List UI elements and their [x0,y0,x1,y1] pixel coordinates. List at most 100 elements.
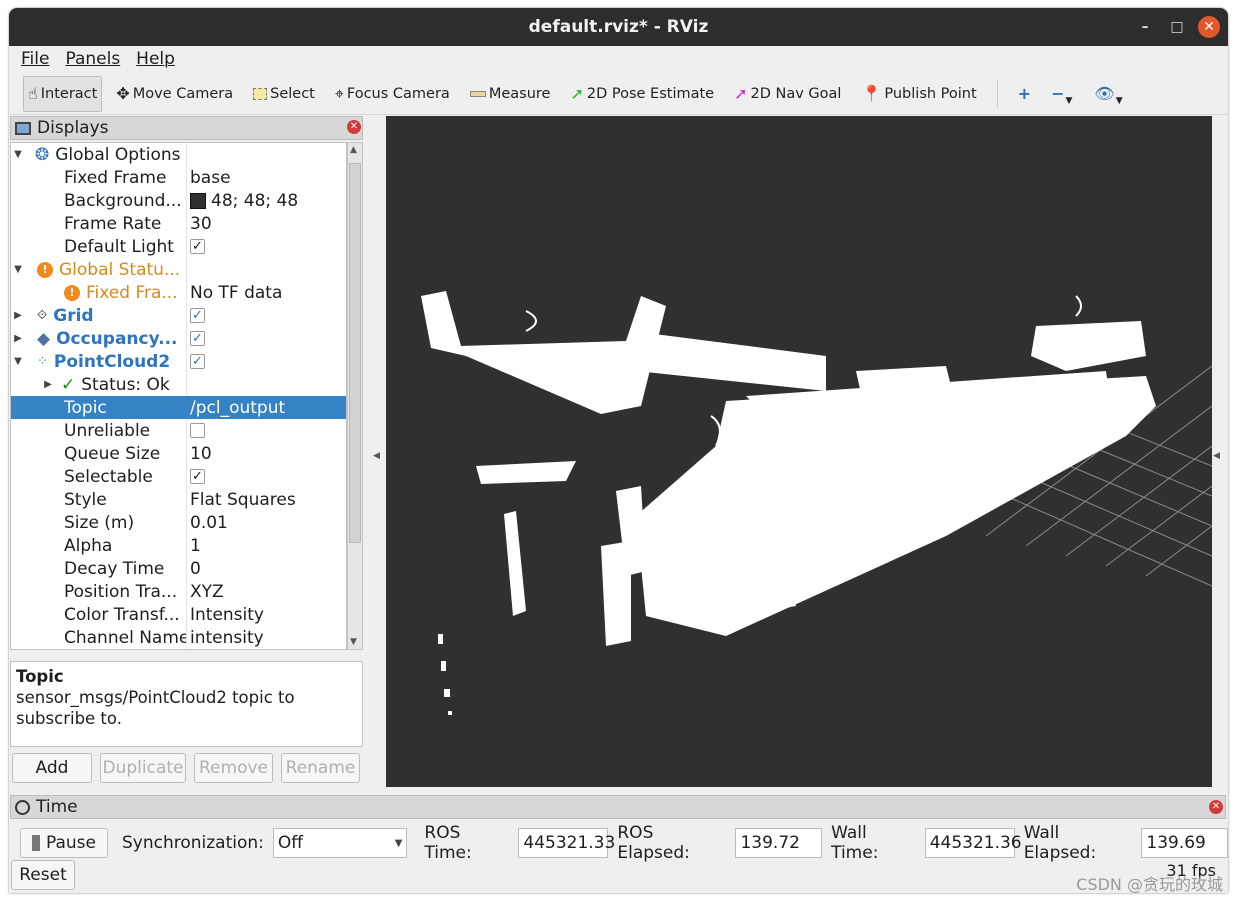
map-pin-icon: 📍 [861,84,882,103]
position-transformer-value[interactable]: XYZ [190,582,224,602]
tree-row[interactable]: Default Light ✓ [11,235,346,258]
menu-help[interactable]: Help [136,49,175,69]
tree-row[interactable]: Selectable ✓ [11,465,346,488]
tree-row[interactable]: ! Fixed Fra... No TF data [11,281,346,304]
decay-time-value[interactable]: 0 [190,559,201,579]
expand-arrow-icon[interactable]: ▼ [11,356,25,367]
measure-tool-button[interactable]: Measure [460,76,561,112]
color-swatch[interactable] [190,192,206,209]
ros-elapsed-field[interactable]: 139.72 [735,828,823,858]
occupancy-checkbox[interactable]: ✓ [190,331,205,346]
remove-button[interactable]: Remove [194,753,273,783]
expand-arrow-icon[interactable]: ▼ [11,149,25,160]
tree-row[interactable]: Color Transf... Intensity [11,603,346,626]
scroll-up-icon[interactable]: ▲ [350,145,357,155]
color-transformer-label: Color Transf... [64,604,180,625]
tree-row[interactable]: Size (m) 0.01 [11,511,346,534]
tree-row[interactable]: Channel Name intensity [11,626,346,649]
ruler-icon [469,90,486,97]
remove-tool-button[interactable]: − ▼ [1041,76,1084,112]
topic-label: Topic [64,397,107,418]
focus-camera-tool-button[interactable]: ⌖ Focus Camera [325,76,460,112]
scroll-thumb[interactable] [349,163,361,543]
magenta-arrow-icon: ➚ [734,84,748,103]
duplicate-button[interactable]: Duplicate [100,753,186,783]
rename-button[interactable]: Rename [281,753,360,783]
color-transformer-value[interactable]: Intensity [190,605,264,625]
publish-point-tool-button[interactable]: 📍 Publish Point [851,76,986,112]
size-value[interactable]: 0.01 [190,513,228,533]
expand-arrow-icon[interactable]: ▼ [11,264,25,275]
style-label: Style [64,489,107,510]
pose-estimate-tool-button[interactable]: ➚ 2D Pose Estimate [560,76,724,112]
tree-row[interactable]: Frame Rate 30 [11,212,346,235]
unreliable-label: Unreliable [64,420,151,441]
wall-time-field[interactable]: 445321.36 [924,828,1022,858]
maximize-button[interactable]: □ [1166,16,1188,38]
tree-row[interactable]: ▼! Global Statu... [11,258,346,281]
queue-size-value[interactable]: 10 [190,444,212,464]
nav-goal-tool-button[interactable]: ➚ 2D Nav Goal [724,76,851,112]
tree-row[interactable]: Background... 48; 48; 48 [11,189,346,212]
tree-row[interactable]: ▶ ◆ Occupancy... ✓ [11,327,346,350]
tree-row[interactable]: ▶ ✓ Status: Ok [11,373,346,396]
description-text: sensor_msgs/PointCloud2 topic to subscri… [16,688,295,728]
unreliable-checkbox[interactable] [190,423,205,438]
pause-button[interactable]: Pause [20,828,108,858]
window-title: default.rviz* - RViz [528,17,709,37]
warning-icon: ! [37,261,53,278]
collapse-arrow-icon[interactable]: ▶ [11,333,25,344]
tree-row[interactable]: ▼ ⁘ PointCloud2 ✓ [11,350,346,373]
close-panel-icon[interactable]: ✕ [347,120,361,134]
scroll-down-icon[interactable]: ▼ [350,637,357,647]
grid-checkbox[interactable]: ✓ [190,308,205,323]
global-status-label: Global Statu... [59,259,181,280]
tree-scrollbar[interactable]: ▲ ▼ [347,142,363,650]
check-icon: ✓ [61,374,76,395]
tree-row[interactable]: Alpha 1 [11,534,346,557]
menu-file[interactable]: File [21,49,49,69]
tree-row-selected[interactable]: Topic /pcl_output [11,396,346,419]
select-tool-button[interactable]: Select [243,76,325,112]
right-splitter-icon[interactable]: ◀ [1213,451,1220,461]
frame-rate-value[interactable]: 30 [190,214,212,234]
add-tool-button[interactable]: + [1008,76,1041,112]
tree-row[interactable]: ▼ ❂ Global Options [11,143,346,166]
pointcloud-checkbox[interactable]: ✓ [190,354,205,369]
close-button[interactable]: ✕ [1198,16,1220,38]
default-light-checkbox[interactable]: ✓ [190,239,205,254]
tree-row[interactable]: Position Tra... XYZ [11,580,346,603]
render-viewport[interactable] [386,116,1212,787]
collapse-arrow-icon[interactable]: ▶ [41,379,55,390]
move-camera-tool-button[interactable]: ✥ Move Camera [106,76,243,112]
view-tool-button[interactable]: 👁 ▼ [1084,76,1134,112]
left-splitter-icon[interactable]: ◀ [373,451,380,461]
fixed-frame-value[interactable]: base [190,168,231,188]
collapse-arrow-icon[interactable]: ▶ [11,310,25,321]
menu-panels[interactable]: Panels [65,49,120,69]
tree-row[interactable]: Decay Time 0 [11,557,346,580]
measure-label: Measure [488,85,551,102]
ros-time-label: ROS Time: [424,823,472,863]
tree-row[interactable]: Queue Size 10 [11,442,346,465]
wall-elapsed-field[interactable]: 139.69 [1141,828,1228,858]
background-value[interactable]: 48; 48; 48 [211,191,298,211]
tree-row[interactable]: Fixed Frame base [11,166,346,189]
close-time-panel-icon[interactable]: ✕ [1209,800,1223,814]
minimize-button[interactable]: – [1134,16,1156,38]
ros-time-field[interactable]: 445321.33 [518,828,615,858]
tree-row[interactable]: Unreliable [11,419,346,442]
style-value[interactable]: Flat Squares [190,490,296,510]
alpha-value[interactable]: 1 [190,536,201,556]
reset-button[interactable]: Reset [11,860,75,890]
tree-row[interactable]: Style Flat Squares [11,488,346,511]
tree-row[interactable]: ▶ ⟐ Grid ✓ [11,304,346,327]
interact-tool-button[interactable]: ☝ Interact [23,75,103,112]
topic-value[interactable]: /pcl_output [190,398,285,418]
decay-time-label: Decay Time [64,558,165,579]
selectable-checkbox[interactable]: ✓ [190,469,205,484]
sync-select[interactable]: Off ▼ [272,828,408,858]
channel-name-value[interactable]: intensity [190,628,264,648]
add-button[interactable]: Add [12,753,92,783]
fixed-frame-status-label: Fixed Fra... [86,282,178,303]
